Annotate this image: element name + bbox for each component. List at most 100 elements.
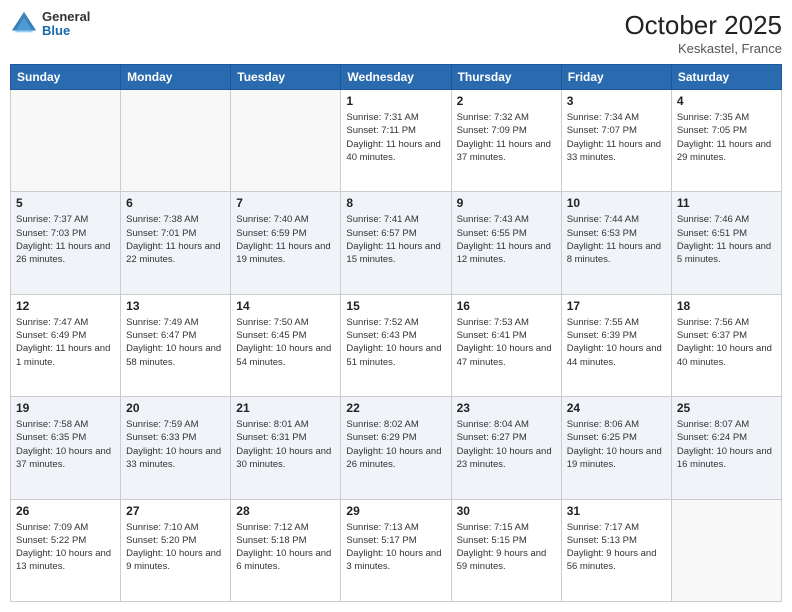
day-number: 14: [236, 299, 335, 313]
day-cell: 13Sunrise: 7:49 AM Sunset: 6:47 PM Dayli…: [121, 294, 231, 396]
day-cell: 29 Sunrise: 7:13 AM Sunset: 5:17 PM Dayli…: [341, 499, 451, 601]
day-info: Sunrise: 8:01 AM Sunset: 6:31 PM Dayligh…: [236, 418, 335, 471]
day-number: 13: [126, 299, 225, 313]
day-cell: 6 Sunrise: 7:38 AM Sunset: 7:01 PM Daylig…: [121, 192, 231, 294]
day-number: 20: [126, 401, 225, 415]
day-info: Sunrise: 8:02 AM Sunset: 6:29 PM Dayligh…: [346, 418, 445, 471]
day-number: 19: [16, 401, 115, 415]
day-number: 11: [677, 196, 776, 210]
day-cell: 30Sunrise: 7:15 AM Sunset: 5:15 PM Dayli…: [451, 499, 561, 601]
week-row-4: 19Sunrise: 7:58 AM Sunset: 6:35 PM Dayli…: [11, 397, 782, 499]
day-cell: 3Sunrise: 7:34 AM Sunset: 7:07 PM Daylig…: [561, 90, 671, 192]
title-block: October 2025 Keskastel, France: [624, 10, 782, 56]
day-number: 7: [236, 196, 335, 210]
day-cell: 9 Sunrise: 7:43 AM Sunset: 6:55 PM Daylig…: [451, 192, 561, 294]
day-info: Sunrise: 7:13 AM Sunset: 5:17 PM Dayligh…: [346, 521, 445, 574]
day-cell: 27 Sunrise: 7:10 AM Sunset: 5:20 PM Dayli…: [121, 499, 231, 601]
header: General Blue October 2025 Keskastel, Fra…: [10, 10, 782, 56]
day-cell: 1 Sunrise: 7:31 AM Sunset: 7:11 PM Daylig…: [341, 90, 451, 192]
logo: General Blue: [10, 10, 90, 39]
day-number: 9: [457, 196, 556, 210]
day-cell: 21 Sunrise: 8:01 AM Sunset: 6:31 PM Dayli…: [231, 397, 341, 499]
day-number: 24: [567, 401, 666, 415]
month-title: October 2025: [624, 10, 782, 41]
day-number: 2: [457, 94, 556, 108]
day-cell: 15Sunrise: 7:52 AM Sunset: 6:43 PM Dayli…: [341, 294, 451, 396]
day-cell: 10Sunrise: 7:44 AM Sunset: 6:53 PM Dayli…: [561, 192, 671, 294]
day-info: Sunrise: 7:17 AM Sunset: 5:13 PM Dayligh…: [567, 521, 666, 574]
day-number: 18: [677, 299, 776, 313]
day-info: Sunrise: 7:55 AM Sunset: 6:39 PM Dayligh…: [567, 316, 666, 369]
day-info: Sunrise: 7:53 AM Sunset: 6:41 PM Dayligh…: [457, 316, 556, 369]
day-cell: 20 Sunrise: 7:59 AM Sunset: 6:33 PM Dayli…: [121, 397, 231, 499]
logo-text: General Blue: [42, 10, 90, 39]
day-info: Sunrise: 7:46 AM Sunset: 6:51 PM Dayligh…: [677, 213, 776, 266]
day-info: Sunrise: 7:44 AM Sunset: 6:53 PM Dayligh…: [567, 213, 666, 266]
week-row-5: 26Sunrise: 7:09 AM Sunset: 5:22 PM Dayli…: [11, 499, 782, 601]
col-thursday: Thursday: [451, 65, 561, 90]
day-cell: [671, 499, 781, 601]
col-saturday: Saturday: [671, 65, 781, 90]
col-friday: Friday: [561, 65, 671, 90]
day-number: 29: [346, 504, 445, 518]
day-info: Sunrise: 7:31 AM Sunset: 7:11 PM Dayligh…: [346, 111, 445, 164]
week-row-3: 12Sunrise: 7:47 AM Sunset: 6:49 PM Dayli…: [11, 294, 782, 396]
day-number: 5: [16, 196, 115, 210]
day-cell: 19Sunrise: 7:58 AM Sunset: 6:35 PM Dayli…: [11, 397, 121, 499]
day-info: Sunrise: 7:52 AM Sunset: 6:43 PM Dayligh…: [346, 316, 445, 369]
day-number: 22: [346, 401, 445, 415]
day-info: Sunrise: 7:34 AM Sunset: 7:07 PM Dayligh…: [567, 111, 666, 164]
day-number: 21: [236, 401, 335, 415]
day-cell: 31 Sunrise: 7:17 AM Sunset: 5:13 PM Dayli…: [561, 499, 671, 601]
day-info: Sunrise: 7:38 AM Sunset: 7:01 PM Dayligh…: [126, 213, 225, 266]
day-number: 27: [126, 504, 225, 518]
day-info: Sunrise: 7:10 AM Sunset: 5:20 PM Dayligh…: [126, 521, 225, 574]
col-tuesday: Tuesday: [231, 65, 341, 90]
day-cell: 28 Sunrise: 7:12 AM Sunset: 5:18 PM Dayli…: [231, 499, 341, 601]
day-info: Sunrise: 7:37 AM Sunset: 7:03 PM Dayligh…: [16, 213, 115, 266]
page: General Blue October 2025 Keskastel, Fra…: [0, 0, 792, 612]
day-cell: 7 Sunrise: 7:40 AM Sunset: 6:59 PM Daylig…: [231, 192, 341, 294]
day-cell: 18Sunrise: 7:56 AM Sunset: 6:37 PM Dayli…: [671, 294, 781, 396]
week-row-1: 1 Sunrise: 7:31 AM Sunset: 7:11 PM Daylig…: [11, 90, 782, 192]
col-sunday: Sunday: [11, 65, 121, 90]
day-number: 12: [16, 299, 115, 313]
day-info: Sunrise: 7:59 AM Sunset: 6:33 PM Dayligh…: [126, 418, 225, 471]
day-number: 17: [567, 299, 666, 313]
day-number: 6: [126, 196, 225, 210]
day-info: Sunrise: 7:43 AM Sunset: 6:55 PM Dayligh…: [457, 213, 556, 266]
day-info: Sunrise: 8:04 AM Sunset: 6:27 PM Dayligh…: [457, 418, 556, 471]
day-info: Sunrise: 7:50 AM Sunset: 6:45 PM Dayligh…: [236, 316, 335, 369]
day-number: 28: [236, 504, 335, 518]
day-cell: 4 Sunrise: 7:35 AM Sunset: 7:05 PM Daylig…: [671, 90, 781, 192]
logo-icon: [10, 10, 38, 38]
col-monday: Monday: [121, 65, 231, 90]
day-number: 26: [16, 504, 115, 518]
day-cell: 23 Sunrise: 8:04 AM Sunset: 6:27 PM Dayli…: [451, 397, 561, 499]
day-cell: 8Sunrise: 7:41 AM Sunset: 6:57 PM Daylig…: [341, 192, 451, 294]
day-info: Sunrise: 7:40 AM Sunset: 6:59 PM Dayligh…: [236, 213, 335, 266]
day-cell: [11, 90, 121, 192]
day-info: Sunrise: 8:06 AM Sunset: 6:25 PM Dayligh…: [567, 418, 666, 471]
week-row-2: 5 Sunrise: 7:37 AM Sunset: 7:03 PM Daylig…: [11, 192, 782, 294]
day-info: Sunrise: 7:32 AM Sunset: 7:09 PM Dayligh…: [457, 111, 556, 164]
day-cell: 11 Sunrise: 7:46 AM Sunset: 6:51 PM Dayli…: [671, 192, 781, 294]
day-number: 31: [567, 504, 666, 518]
day-info: Sunrise: 7:12 AM Sunset: 5:18 PM Dayligh…: [236, 521, 335, 574]
day-info: Sunrise: 7:15 AM Sunset: 5:15 PM Dayligh…: [457, 521, 556, 574]
day-cell: 17 Sunrise: 7:55 AM Sunset: 6:39 PM Dayli…: [561, 294, 671, 396]
day-number: 4: [677, 94, 776, 108]
day-info: Sunrise: 7:41 AM Sunset: 6:57 PM Dayligh…: [346, 213, 445, 266]
day-cell: [231, 90, 341, 192]
logo-blue-text: Blue: [42, 24, 90, 38]
day-cell: 22 Sunrise: 8:02 AM Sunset: 6:29 PM Dayli…: [341, 397, 451, 499]
day-cell: 16Sunrise: 7:53 AM Sunset: 6:41 PM Dayli…: [451, 294, 561, 396]
day-cell: 26Sunrise: 7:09 AM Sunset: 5:22 PM Dayli…: [11, 499, 121, 601]
day-number: 1: [346, 94, 445, 108]
day-number: 23: [457, 401, 556, 415]
day-info: Sunrise: 8:07 AM Sunset: 6:24 PM Dayligh…: [677, 418, 776, 471]
day-info: Sunrise: 7:35 AM Sunset: 7:05 PM Dayligh…: [677, 111, 776, 164]
day-cell: [121, 90, 231, 192]
logo-general-text: General: [42, 10, 90, 24]
day-number: 25: [677, 401, 776, 415]
